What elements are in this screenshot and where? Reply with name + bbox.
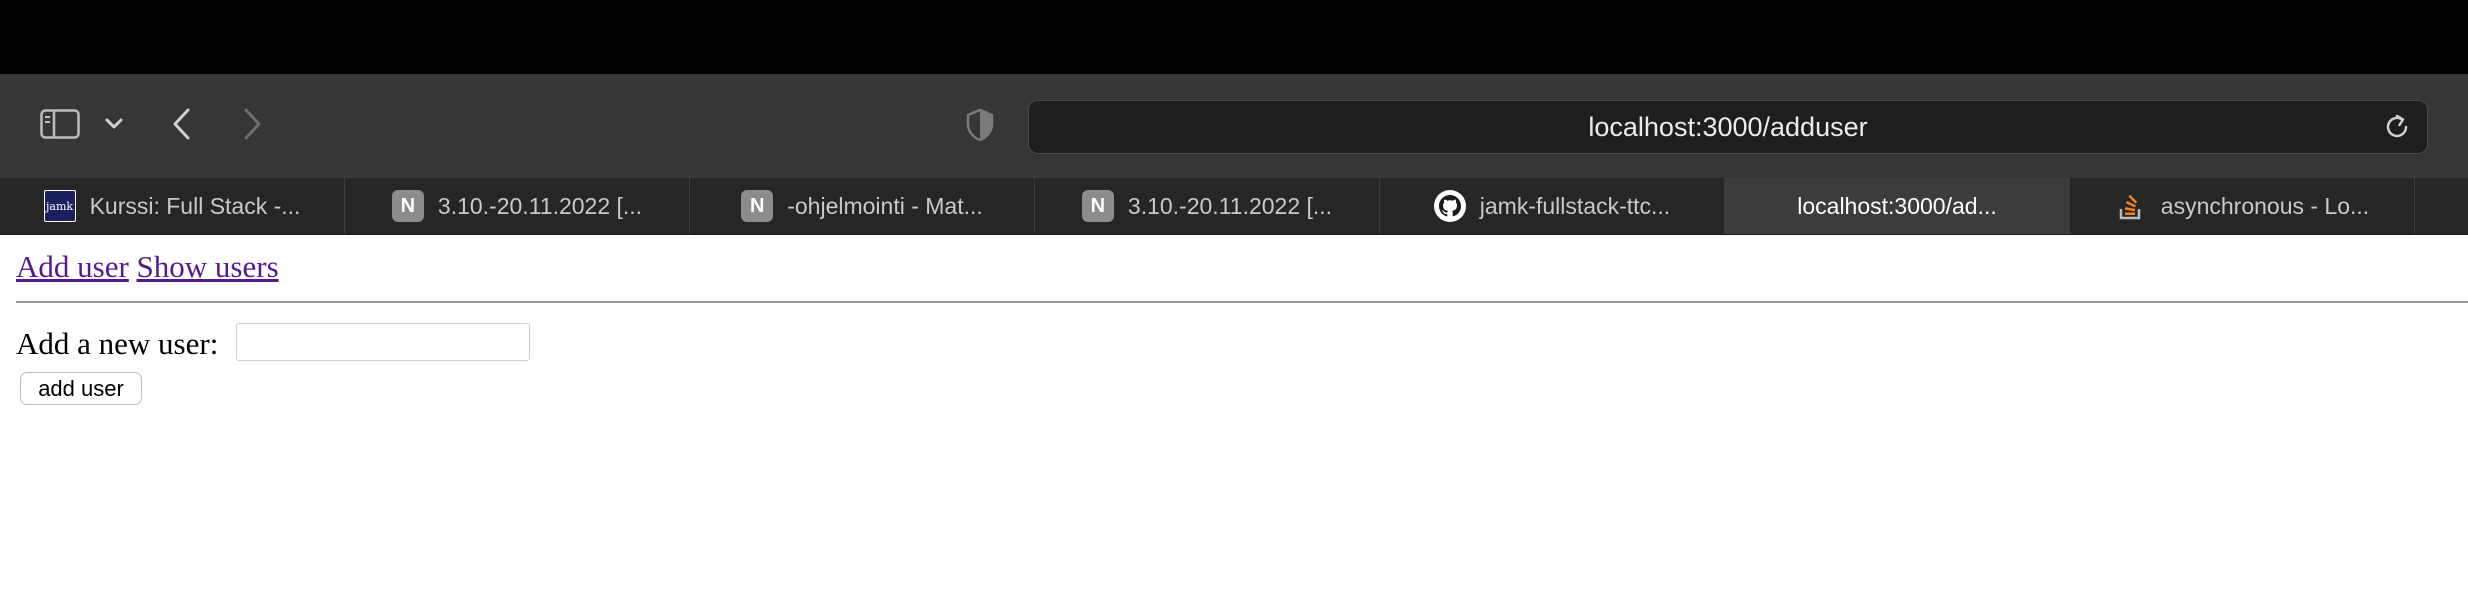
address-bar[interactable]: localhost:3000/adduser <box>1028 100 2428 154</box>
tab-notion-3[interactable]: N 3.10.-20.11.2022 [... <box>1035 178 1380 234</box>
window-top-bar <box>0 0 2468 74</box>
jamk-icon: jamk <box>43 190 76 222</box>
add-user-label: Add a new user: <box>16 326 219 361</box>
notion-icon: N <box>741 190 774 222</box>
tab-jamk-course[interactable]: jamk Kurssi: Full Stack -... <box>0 178 345 234</box>
tab-title: 3.10.-20.11.2022 [... <box>437 192 643 219</box>
tab-bar: jamk Kurssi: Full Stack -... N 3.10.-20.… <box>0 178 2468 235</box>
tab-github[interactable]: jamk-fullstack-ttc... <box>1380 178 1725 234</box>
page-nav: Add user Show users <box>16 249 279 285</box>
tab-title: 3.10.-20.11.2022 [... <box>1127 192 1333 219</box>
tab-title: -ohjelmointi - Mat... <box>787 192 983 219</box>
sidebar-toggle-icon[interactable] <box>40 108 80 140</box>
add-user-button[interactable]: add user <box>20 372 142 405</box>
tab-title: asynchronous - Lo... <box>2160 192 2370 219</box>
stackoverflow-icon <box>2115 190 2147 222</box>
forward-arrow-icon[interactable] <box>234 106 270 142</box>
new-user-input[interactable] <box>236 323 530 361</box>
tab-title: jamk-fullstack-ttc... <box>1479 192 1671 219</box>
browser-toolbar: localhost:3000/adduser <box>0 74 2468 179</box>
tab-notion-2[interactable]: N -ohjelmointi - Mat... <box>690 178 1035 234</box>
privacy-shield-icon[interactable] <box>962 106 998 144</box>
reload-icon[interactable] <box>2383 113 2411 141</box>
github-icon <box>1433 190 1466 222</box>
tab-title: localhost:3000/ad... <box>1797 192 1997 219</box>
address-bar-url: localhost:3000/adduser <box>1588 111 1868 142</box>
tab-stackoverflow[interactable]: asynchronous - Lo... <box>2070 178 2415 234</box>
chevron-down-icon[interactable] <box>100 112 128 136</box>
tab-notion-1[interactable]: N 3.10.-20.11.2022 [... <box>345 178 690 234</box>
back-arrow-icon[interactable] <box>164 106 200 142</box>
notion-icon: N <box>391 190 424 222</box>
add-user-link[interactable]: Add user <box>16 249 129 284</box>
show-users-link[interactable]: Show users <box>137 249 279 284</box>
notion-icon: N <box>1081 190 1114 222</box>
tab-title: Kurssi: Full Stack -... <box>89 192 301 219</box>
divider <box>16 301 2468 303</box>
tab-localhost-active[interactable]: localhost:3000/ad... <box>1725 178 2070 234</box>
